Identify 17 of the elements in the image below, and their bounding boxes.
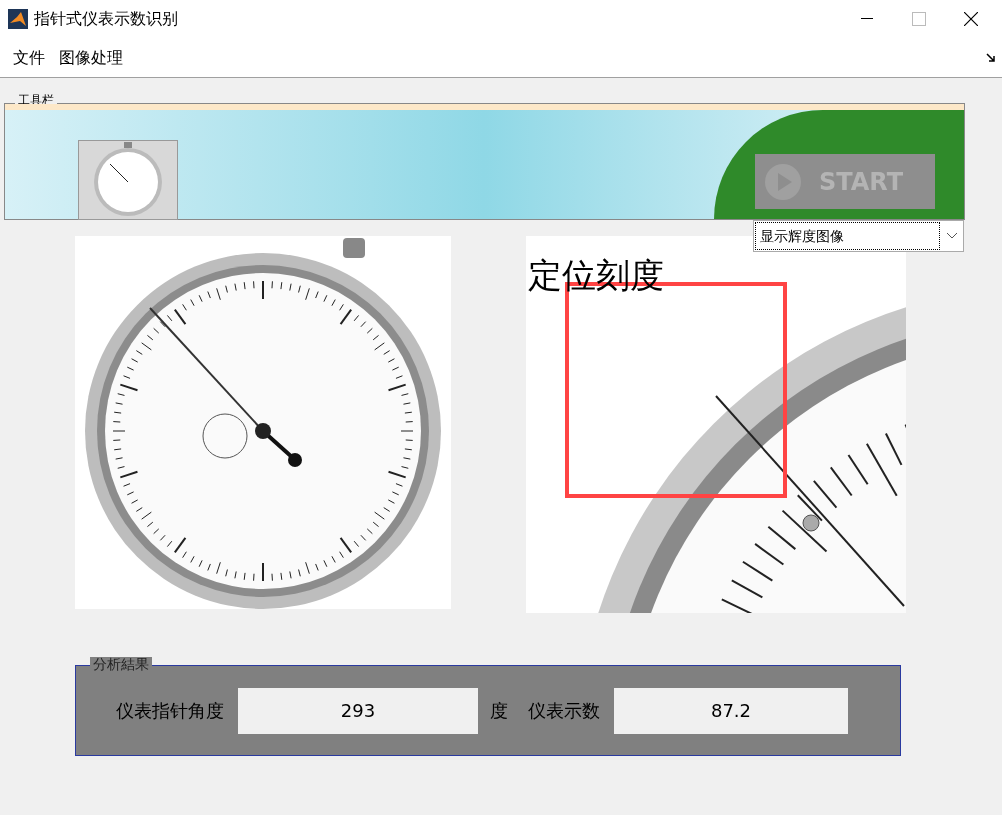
minimize-icon bbox=[861, 18, 873, 20]
window-title: 指针式仪表示数识别 bbox=[34, 8, 178, 30]
unit-label: 度 bbox=[490, 699, 508, 723]
maximize-icon bbox=[912, 12, 926, 26]
panel-title: 分析結果 bbox=[90, 657, 152, 671]
app-logo-icon bbox=[8, 9, 28, 29]
dock-arrow-icon bbox=[986, 52, 996, 63]
output-field[interactable]: 87.2 bbox=[614, 687, 848, 734]
field-label: 仪表示数 bbox=[528, 699, 600, 723]
gauge-thumbnail-button[interactable] bbox=[78, 140, 178, 220]
chevron-down-icon bbox=[946, 232, 958, 240]
dropdown[interactable]: 显示辉度图像 bbox=[753, 220, 964, 252]
menu-item[interactable]: 图像处理 bbox=[52, 45, 130, 70]
field-label: 仪表指针角度 bbox=[116, 699, 224, 723]
menu-item[interactable]: 文件 bbox=[6, 45, 52, 70]
output-field[interactable]: 293 bbox=[238, 687, 478, 734]
close-icon bbox=[964, 12, 978, 26]
